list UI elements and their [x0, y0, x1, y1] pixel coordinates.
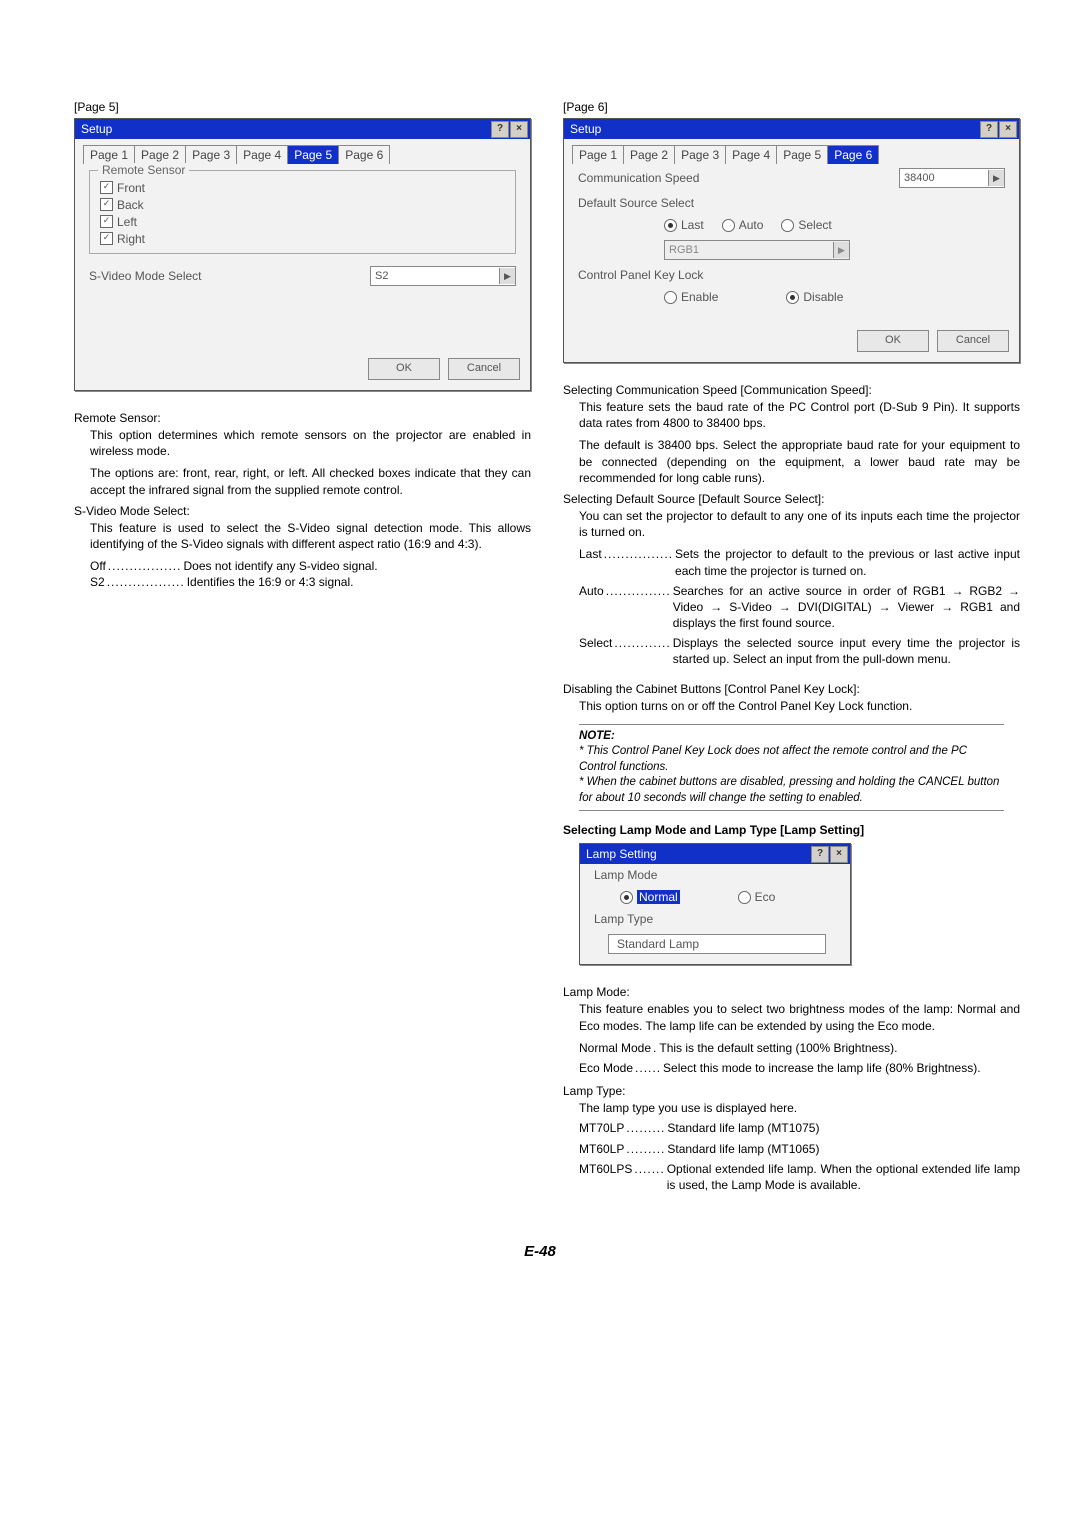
setup-dialog-p5: Setup ? × Page 1 Page 2 Page 3 Page 4 Pa… — [74, 118, 531, 391]
def-normal-mode: Normal Mode .This is the default setting… — [579, 1040, 1020, 1056]
def-s2: S2 ..................Identifies the 16:9… — [90, 574, 531, 590]
defsrc-p1: You can set the projector to default to … — [579, 508, 1020, 540]
remote-sensor-p1: This option determines which remote sens… — [90, 427, 531, 459]
lamp-mode-p1: This feature enables you to select two b… — [579, 1001, 1020, 1033]
defsrc-head: Selecting Default Source [Default Source… — [563, 492, 1020, 506]
close-icon[interactable]: × — [510, 121, 528, 138]
setup-dialog-p6: Setup ? × Page 1 Page 2 Page 3 Page 4 Pa… — [563, 118, 1020, 363]
comm-speed-label: Communication Speed — [578, 171, 899, 185]
ok-button-2[interactable]: OK — [857, 330, 929, 352]
svideo-p1: This feature is used to select the S-Vid… — [90, 520, 531, 552]
comm-speed-select[interactable]: 38400 ▶ — [899, 168, 1005, 188]
lamp-type-label: Lamp Type — [594, 912, 836, 926]
def-mt60lps: MT60LPS .......Optional extended life la… — [579, 1161, 1020, 1193]
tab-page1[interactable]: Page 1 — [83, 145, 135, 164]
radio-auto[interactable]: Auto — [722, 218, 764, 232]
tab-page3[interactable]: Page 3 — [185, 145, 237, 164]
setup-title-bar-2: Setup ? × — [564, 119, 1019, 139]
def-last: Last ................Sets the projector … — [579, 546, 1020, 578]
lamp-mode-label: Lamp Mode — [594, 868, 836, 882]
page5-label: [Page 5] — [74, 100, 531, 114]
def-mt60lp: MT60LP .........Standard life lamp (MT10… — [579, 1141, 1020, 1157]
default-source-label: Default Source Select — [578, 196, 1005, 210]
lamp-title-text: Lamp Setting — [586, 844, 657, 864]
def-eco-mode: Eco Mode ......Select this mode to incre… — [579, 1060, 1020, 1076]
chevron-right-icon[interactable]: ▶ — [499, 268, 515, 284]
chevron-right-icon[interactable]: ▶ — [988, 170, 1004, 186]
help-icon[interactable]: ? — [491, 121, 509, 138]
radio-eco[interactable]: Eco — [738, 890, 776, 904]
note-line1: * This Control Panel Key Lock does not a… — [579, 744, 1004, 775]
close-icon[interactable]: × — [830, 846, 848, 863]
remote-sensor-group: Remote Sensor ✓Front ✓Back ✓Left ✓Right — [89, 170, 516, 254]
check-front[interactable]: ✓Front — [100, 179, 505, 196]
svideo-label: S-Video Mode Select — [89, 269, 370, 283]
radio-disable[interactable]: Disable — [786, 290, 843, 304]
tab2-page3[interactable]: Page 3 — [674, 145, 726, 164]
remote-sensor-p2: The options are: front, rear, right, or … — [90, 465, 531, 497]
def-select: Select .............Displays the selecte… — [579, 635, 1020, 667]
cplk-p1: This option turns on or off the Control … — [579, 698, 1020, 714]
source-select: RGB1 ▶ — [664, 240, 850, 260]
def-off: Off .................Does not identify a… — [90, 558, 531, 574]
note-line2: * When the cabinet buttons are disabled,… — [579, 775, 1004, 806]
cplk-label: Control Panel Key Lock — [578, 268, 1005, 282]
comm-p2: The default is 38400 bps. Select the app… — [579, 437, 1020, 486]
right-column: [Page 6] Setup ? × Page 1 Page 2 Page 3 … — [563, 100, 1020, 1193]
cplk-head: Disabling the Cabinet Buttons [Control P… — [563, 682, 1020, 696]
tab2-page2[interactable]: Page 2 — [623, 145, 675, 164]
cancel-button[interactable]: Cancel — [448, 358, 520, 380]
tab-page5[interactable]: Page 5 — [287, 145, 339, 164]
note-box: NOTE: * This Control Panel Key Lock does… — [579, 724, 1004, 812]
lamp-type-head: Lamp Type: — [563, 1084, 1020, 1098]
check-back[interactable]: ✓Back — [100, 196, 505, 213]
setup-title-text-2: Setup — [570, 119, 601, 139]
tab-page2[interactable]: Page 2 — [134, 145, 186, 164]
left-column: [Page 5] Setup ? × Page 1 Page 2 Page 3 … — [74, 100, 531, 1193]
radio-select[interactable]: Select — [781, 218, 831, 232]
page-number: E-48 — [0, 1233, 1080, 1290]
tab2-page4[interactable]: Page 4 — [725, 145, 777, 164]
tab-page4[interactable]: Page 4 — [236, 145, 288, 164]
page6-label: [Page 6] — [563, 100, 1020, 114]
comm-head: Selecting Communication Speed [Communica… — [563, 383, 1020, 397]
radio-enable[interactable]: Enable — [664, 290, 718, 304]
lamp-setting-dialog: Lamp Setting ? × Lamp Mode Normal Eco La… — [579, 843, 851, 965]
def-auto: Auto ...............Searches for an acti… — [579, 583, 1020, 632]
check-right[interactable]: ✓Right — [100, 230, 505, 247]
lamp-type-value: Standard Lamp — [608, 934, 826, 954]
setup-title-bar: Setup ? × — [75, 119, 530, 139]
comm-p1: This feature sets the baud rate of the P… — [579, 399, 1020, 431]
svideo-head: S-Video Mode Select: — [74, 504, 531, 518]
remote-sensor-legend: Remote Sensor — [98, 163, 189, 177]
help-icon[interactable]: ? — [811, 846, 829, 863]
lamp-title-bar: Lamp Setting ? × — [580, 844, 850, 864]
lamp-setting-head: Selecting Lamp Mode and Lamp Type [Lamp … — [563, 823, 1020, 837]
lamp-type-p1: The lamp type you use is displayed here. — [579, 1100, 1020, 1116]
close-icon[interactable]: × — [999, 121, 1017, 138]
cancel-button-2[interactable]: Cancel — [937, 330, 1009, 352]
tab2-page5[interactable]: Page 5 — [776, 145, 828, 164]
svideo-select[interactable]: S2 ▶ — [370, 266, 516, 286]
setup-tabs: Page 1 Page 2 Page 3 Page 4 Page 5 Page … — [75, 139, 530, 164]
help-icon[interactable]: ? — [980, 121, 998, 138]
radio-last[interactable]: Last — [664, 218, 704, 232]
radio-normal[interactable]: Normal — [620, 890, 680, 904]
setup-title-text: Setup — [81, 119, 112, 139]
chevron-right-icon: ▶ — [833, 242, 849, 258]
setup-tabs-2: Page 1 Page 2 Page 3 Page 4 Page 5 Page … — [564, 139, 1019, 164]
note-heading: NOTE: — [579, 729, 1004, 745]
ok-button[interactable]: OK — [368, 358, 440, 380]
check-left[interactable]: ✓Left — [100, 213, 505, 230]
def-mt70lp: MT70LP .........Standard life lamp (MT10… — [579, 1120, 1020, 1136]
tab-page6[interactable]: Page 6 — [338, 145, 390, 164]
lamp-mode-head: Lamp Mode: — [563, 985, 1020, 999]
remote-sensor-head: Remote Sensor: — [74, 411, 531, 425]
tab2-page1[interactable]: Page 1 — [572, 145, 624, 164]
tab2-page6[interactable]: Page 6 — [827, 145, 879, 164]
